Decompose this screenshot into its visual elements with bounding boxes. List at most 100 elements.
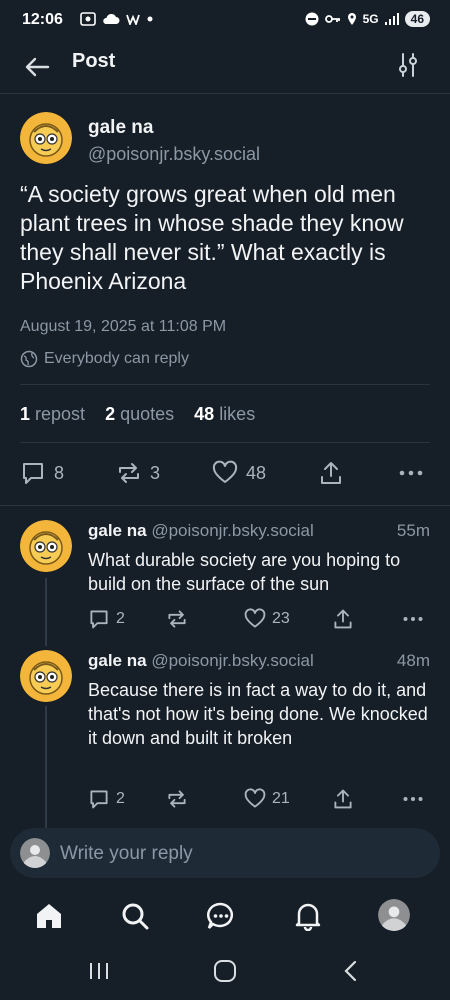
home-circle-icon	[214, 960, 236, 982]
post-text: “A society grows great when old men plan…	[20, 181, 404, 294]
chat-icon	[206, 902, 233, 929]
home-icon	[37, 904, 61, 928]
recents-icon	[90, 963, 108, 979]
battery-badge: 46	[404, 11, 430, 27]
w-app-icon	[126, 14, 140, 25]
reply-author[interactable]: gale na @poisonjr.bsky.social	[88, 521, 314, 541]
thread-options-button[interactable]	[396, 52, 420, 78]
creature-avatar-icon	[20, 112, 72, 164]
reposts-stat[interactable]: 1 repost	[20, 404, 85, 425]
chevron-left-icon	[344, 960, 357, 982]
post-stats: 1 repost 2 quotes 48 likes	[20, 404, 255, 425]
user-photo-icon	[378, 899, 410, 931]
post-actions: 8 3 48	[20, 458, 430, 488]
bell-icon	[295, 903, 321, 931]
reply-button[interactable]: 2	[88, 608, 125, 630]
reply-text: Because there is in fact a way to do it,…	[88, 680, 428, 748]
thread-line	[45, 706, 47, 828]
cloud-icon	[103, 13, 120, 24]
reply-permission-label: Everybody can reply	[44, 350, 189, 367]
dot-icon	[147, 16, 153, 22]
thread-line	[45, 578, 47, 646]
comment-icon	[90, 790, 108, 809]
status-time: 12:06	[22, 11, 63, 28]
likes-stat[interactable]: 48 likes	[194, 404, 255, 425]
reply-button[interactable]: 2	[88, 788, 125, 810]
key-icon	[324, 15, 340, 23]
arrow-left-icon	[25, 57, 50, 77]
signal-icon	[384, 13, 399, 25]
share-button[interactable]	[318, 460, 344, 486]
home-button[interactable]	[213, 959, 237, 983]
header: Post	[0, 40, 450, 94]
more-options-button[interactable]	[402, 794, 424, 804]
dnd-icon	[305, 12, 319, 26]
like-button[interactable]: 21	[244, 788, 290, 810]
heart-icon	[212, 460, 238, 483]
my-avatar	[20, 838, 50, 868]
divider	[0, 505, 450, 506]
tab-profile[interactable]	[378, 899, 410, 931]
repost-icon	[168, 790, 186, 808]
network-type: 5G	[362, 12, 379, 26]
post-author-name[interactable]: gale na	[88, 117, 153, 139]
share-button[interactable]	[332, 788, 354, 810]
like-button[interactable]: 23	[244, 608, 290, 630]
creature-avatar-icon	[20, 650, 72, 702]
tab-chat[interactable]	[206, 901, 236, 931]
repost-button[interactable]	[166, 608, 188, 630]
reply-author-avatar[interactable]	[20, 650, 72, 702]
ellipsis-icon	[399, 470, 423, 476]
tab-notifications[interactable]	[293, 901, 323, 931]
user-photo-icon	[20, 838, 50, 868]
reply-author-avatar[interactable]	[20, 520, 72, 572]
post-author-handle[interactable]: @poisonjr.bsky.social	[88, 144, 260, 165]
reply-button[interactable]: 8	[20, 460, 64, 486]
back-button[interactable]	[22, 52, 52, 82]
status-system-icons: 5G 46	[305, 11, 430, 27]
location-icon	[347, 13, 356, 25]
reply-input-placeholder[interactable]: Write your reply	[60, 843, 193, 865]
quotes-stat[interactable]: 2 quotes	[105, 404, 174, 425]
creature-avatar-icon	[20, 520, 72, 572]
status-notification-icons	[80, 12, 154, 26]
reply-text: What durable society are you hoping to b…	[88, 550, 401, 594]
globe-icon	[20, 350, 38, 368]
tab-search[interactable]	[120, 901, 150, 931]
repost-button[interactable]	[166, 788, 188, 810]
like-button[interactable]: 48	[212, 460, 266, 486]
tab-home[interactable]	[34, 901, 64, 931]
comment-icon	[23, 463, 43, 484]
share-icon	[334, 789, 352, 809]
divider	[20, 384, 430, 385]
page-title: Post	[72, 50, 116, 72]
reply-composer[interactable]: Write your reply	[10, 828, 440, 878]
post-timestamp: August 19, 2025 at 11:08 PM	[20, 318, 227, 335]
reply-time: 48m	[396, 651, 430, 670]
repost-icon	[168, 610, 186, 628]
heart-icon	[244, 788, 266, 808]
heart-icon	[244, 608, 266, 628]
share-button[interactable]	[332, 608, 354, 630]
comment-icon	[90, 610, 108, 629]
screenshot-icon	[80, 12, 96, 26]
more-options-button[interactable]	[402, 614, 424, 624]
ellipsis-icon	[403, 797, 423, 801]
back-nav-button[interactable]	[341, 959, 361, 983]
share-icon	[321, 462, 341, 484]
reply-author[interactable]: gale na @poisonjr.bsky.social	[88, 651, 314, 671]
sliders-icon	[399, 53, 417, 77]
share-icon	[334, 609, 352, 629]
reply-permission: Everybody can reply	[20, 350, 189, 368]
reply-time: 55m	[396, 521, 430, 540]
post-author-avatar[interactable]	[20, 112, 72, 164]
repost-icon	[119, 463, 139, 483]
more-options-button[interactable]	[398, 466, 424, 480]
ellipsis-icon	[403, 617, 423, 621]
system-nav-bar	[0, 944, 450, 1000]
repost-button[interactable]: 3	[116, 460, 160, 486]
status-bar: 12:06 5G 46	[0, 0, 450, 40]
divider	[20, 442, 430, 443]
recents-button[interactable]	[88, 960, 110, 982]
bottom-tab-bar	[0, 888, 450, 944]
